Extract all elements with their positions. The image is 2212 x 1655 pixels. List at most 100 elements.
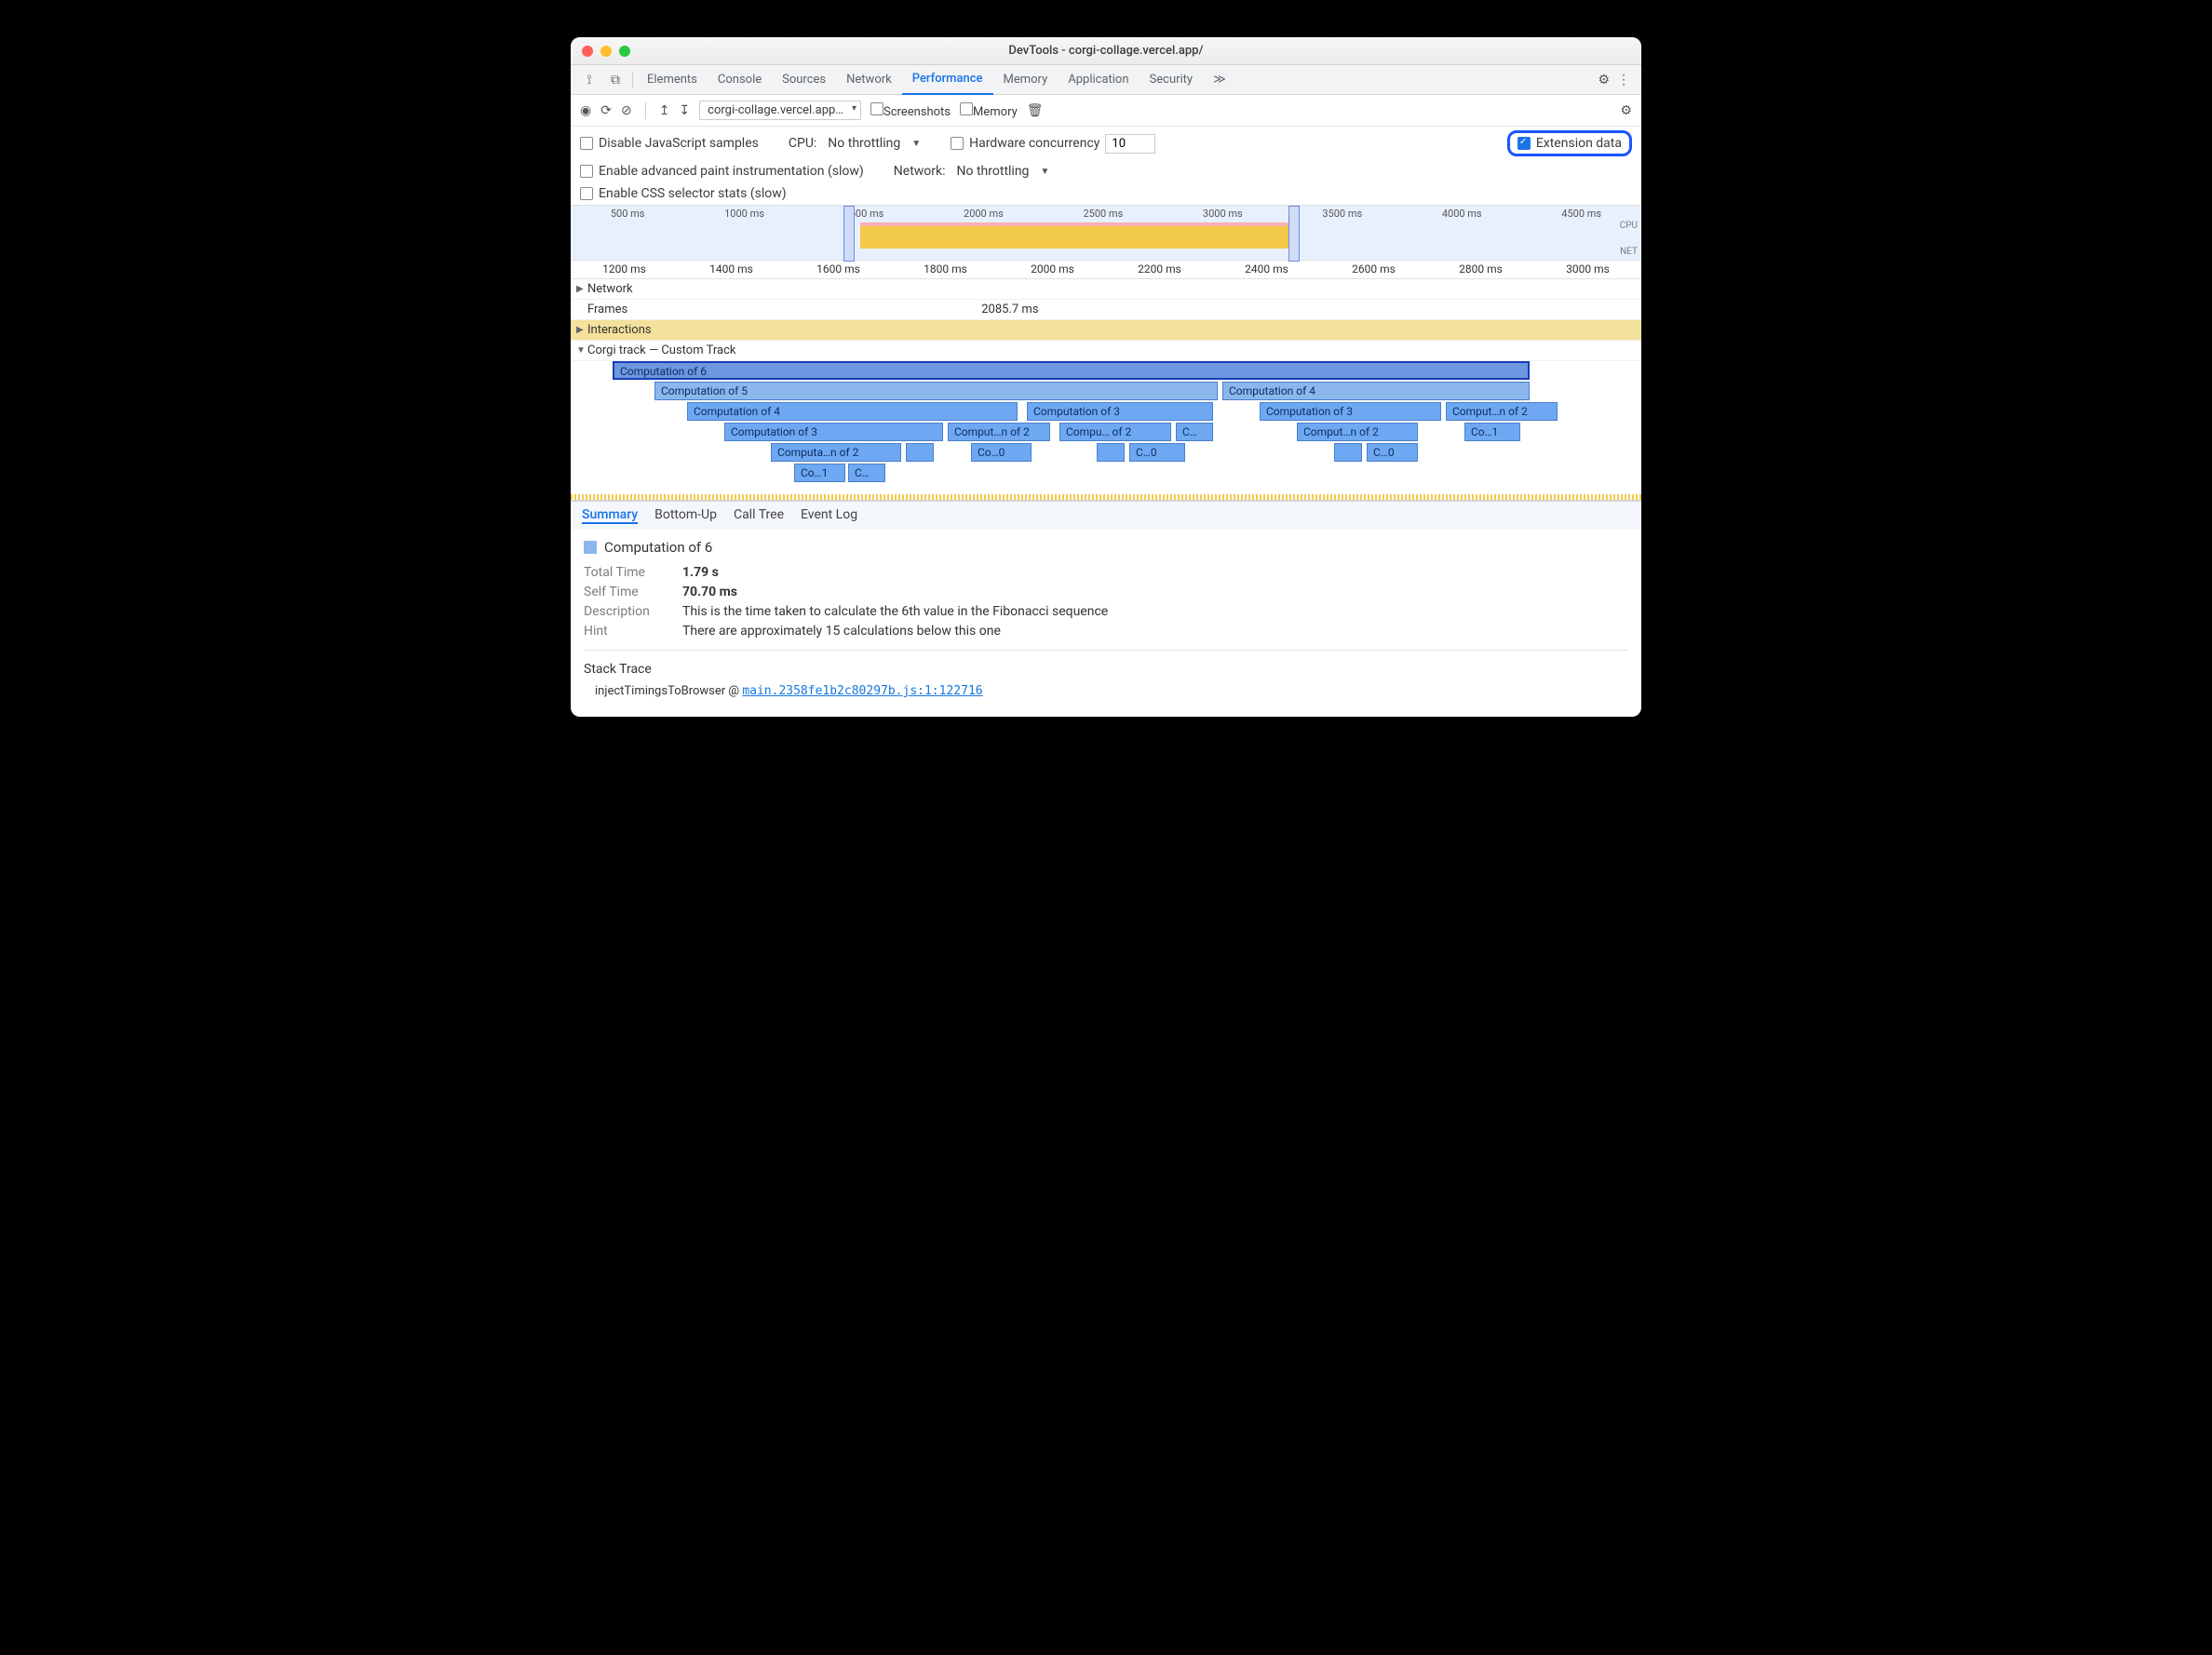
flame-bar[interactable]: Computa…n of 2 — [771, 443, 901, 462]
flame-bar[interactable] — [906, 443, 934, 462]
window-controls — [582, 46, 630, 57]
separator — [645, 102, 646, 119]
minimize-icon[interactable] — [600, 46, 612, 57]
tab-security[interactable]: Security — [1140, 65, 1204, 95]
disable-js-checkbox[interactable]: Disable JavaScript samples — [580, 136, 759, 151]
kebab-icon[interactable]: ⋮ — [1617, 73, 1630, 87]
chevron-down-icon: ▼ — [1040, 167, 1049, 177]
flame-bar[interactable]: C… — [848, 464, 885, 482]
settings-gear-icon[interactable]: ⚙ — [1598, 73, 1610, 87]
page-selector[interactable]: corgi-collage.vercel.app… — [699, 101, 861, 120]
extension-data-checkbox[interactable] — [1517, 137, 1531, 150]
flame-bar[interactable]: Computation of 4 — [1222, 382, 1530, 400]
flame-bar[interactable]: C…0 — [1367, 443, 1418, 462]
color-swatch — [584, 541, 597, 554]
flame-bar[interactable]: Comput…n of 2 — [1446, 402, 1558, 421]
record-icon[interactable]: ◉ — [580, 103, 591, 118]
divider — [584, 650, 1628, 651]
close-icon[interactable] — [582, 46, 593, 57]
tab-call-tree[interactable]: Call Tree — [734, 507, 784, 524]
capture-settings-icon[interactable]: ⚙ — [1620, 103, 1632, 118]
track-network[interactable]: ▶Network — [571, 279, 1641, 300]
titlebar[interactable]: DevTools - corgi-collage.vercel.app/ — [571, 37, 1641, 65]
range-handle-right[interactable] — [1288, 206, 1300, 262]
frame-duration: 2085.7 ms — [981, 303, 1038, 316]
tab-application[interactable]: Application — [1058, 65, 1139, 95]
overview-ticks: 500 ms1000 ms1500 ms2000 ms2500 ms3000 m… — [571, 206, 1641, 220]
flame-bar[interactable] — [1097, 443, 1125, 462]
tab-event-log[interactable]: Event Log — [801, 507, 857, 524]
flame-bar[interactable] — [1334, 443, 1362, 462]
flame-bar[interactable]: Computation of 5 — [654, 382, 1218, 400]
flame-bar[interactable]: C…0 — [1129, 443, 1185, 462]
download-icon[interactable]: ↧ — [679, 103, 690, 118]
track-rows: ▶Network Frames2085.7 ms ▶Interactions ▼… — [571, 279, 1641, 361]
selected-event-title: Computation of 6 — [584, 539, 1628, 556]
tab-bottom-up[interactable]: Bottom-Up — [654, 507, 717, 524]
garbage-icon[interactable]: 🗑 — [1027, 103, 1044, 118]
flame-bar[interactable]: Compu… of 2 — [1059, 423, 1171, 441]
track-frames[interactable]: Frames2085.7 ms — [571, 300, 1641, 320]
flame-bar[interactable]: Computation of 6 — [613, 361, 1530, 380]
capture-settings-row1: Disable JavaScript samples CPU:No thrott… — [571, 127, 1641, 160]
clear-icon[interactable]: ⊘ — [621, 103, 632, 118]
range-handle-left[interactable] — [843, 206, 855, 262]
capture-settings-row2: Enable advanced paint instrumentation (s… — [571, 160, 1641, 182]
source-link[interactable]: main.2358fe1b2c80297b.js:1:122716 — [742, 684, 982, 698]
tab-sources[interactable]: Sources — [772, 65, 836, 95]
tab-elements[interactable]: Elements — [637, 65, 708, 95]
net-label: NET — [1620, 247, 1638, 257]
flame-bar[interactable]: Computation of 3 — [1027, 402, 1213, 421]
maximize-icon[interactable] — [619, 46, 630, 57]
flame-bar[interactable]: Computation of 3 — [724, 423, 943, 441]
css-stats-checkbox[interactable]: Enable CSS selector stats (slow) — [580, 186, 787, 201]
memory-checkbox[interactable]: Memory — [960, 102, 1018, 119]
extension-data-highlight[interactable]: Extension data — [1507, 130, 1632, 156]
overview-activity — [860, 222, 1288, 249]
flame-bar[interactable]: Computation of 4 — [687, 402, 1018, 421]
flame-bar[interactable]: Co…0 — [971, 443, 1032, 462]
paint-instr-checkbox[interactable]: Enable advanced paint instrumentation (s… — [580, 164, 864, 179]
tab-console[interactable]: Console — [708, 65, 772, 95]
screenshots-checkbox[interactable]: Screenshots — [870, 102, 951, 119]
tab-summary[interactable]: Summary — [582, 507, 638, 524]
chevron-down-icon: ▼ — [911, 139, 921, 149]
inspect-icon[interactable]: ⟟ — [576, 73, 602, 87]
tab-memory[interactable]: Memory — [993, 65, 1059, 95]
total-time-value: 1.79 s — [682, 565, 719, 580]
summary-panel: Computation of 6 Total Time1.79 s Self T… — [571, 530, 1641, 717]
separator — [632, 72, 633, 88]
screenshots-label: Screenshots — [883, 105, 951, 119]
memory-label: Memory — [973, 105, 1018, 119]
flame-bar[interactable]: Co…1 — [1464, 423, 1520, 441]
hw-concurrency-input[interactable] — [1105, 134, 1155, 154]
tabs-overflow-icon[interactable]: ≫ — [1203, 65, 1236, 95]
network-throttle[interactable]: Network:No throttling▼ — [894, 164, 1050, 179]
upload-icon[interactable]: ↥ — [659, 103, 670, 118]
tab-network[interactable]: Network — [836, 65, 902, 95]
reload-icon[interactable]: ⟳ — [600, 103, 612, 118]
timeline-overview[interactable]: 500 ms1000 ms1500 ms2000 ms2500 ms3000 m… — [571, 205, 1641, 261]
minimap-strip — [571, 494, 1641, 500]
flame-bar[interactable]: Comput…n of 2 — [1297, 423, 1418, 441]
flame-chart[interactable]: Computation of 6Computation of 5Computat… — [571, 361, 1641, 501]
hint-value: There are approximately 15 calculations … — [682, 624, 1001, 639]
window-title: DevTools - corgi-collage.vercel.app/ — [1008, 44, 1203, 58]
panel-tabbar: ⟟ ⧉ Elements Console Sources Network Per… — [571, 65, 1641, 95]
capture-settings-row3: Enable CSS selector stats (slow) — [571, 182, 1641, 205]
flame-bar[interactable]: C… — [1176, 423, 1213, 441]
stack-frame: injectTimingsToBrowser @ main.2358fe1b2c… — [584, 684, 1628, 698]
tab-performance[interactable]: Performance — [902, 65, 993, 95]
hw-concurrency[interactable]: Hardware concurrency — [951, 134, 1155, 154]
device-icon[interactable]: ⧉ — [602, 73, 628, 87]
perf-toolbar: ◉ ⟳ ⊘ ↥ ↧ corgi-collage.vercel.app… Scre… — [571, 95, 1641, 127]
description-value: This is the time taken to calculate the … — [682, 604, 1108, 619]
track-interactions[interactable]: ▶Interactions — [571, 320, 1641, 341]
cpu-throttle[interactable]: CPU:No throttling▼ — [789, 136, 921, 151]
self-time-value: 70.70 ms — [682, 585, 737, 599]
flame-bar[interactable]: Co…1 — [794, 464, 845, 482]
cpu-label: CPU — [1620, 221, 1638, 231]
track-corgi[interactable]: ▼Corgi track — Custom Track — [571, 341, 1641, 361]
flame-bar[interactable]: Computation of 3 — [1260, 402, 1441, 421]
flame-bar[interactable]: Comput…n of 2 — [948, 423, 1050, 441]
